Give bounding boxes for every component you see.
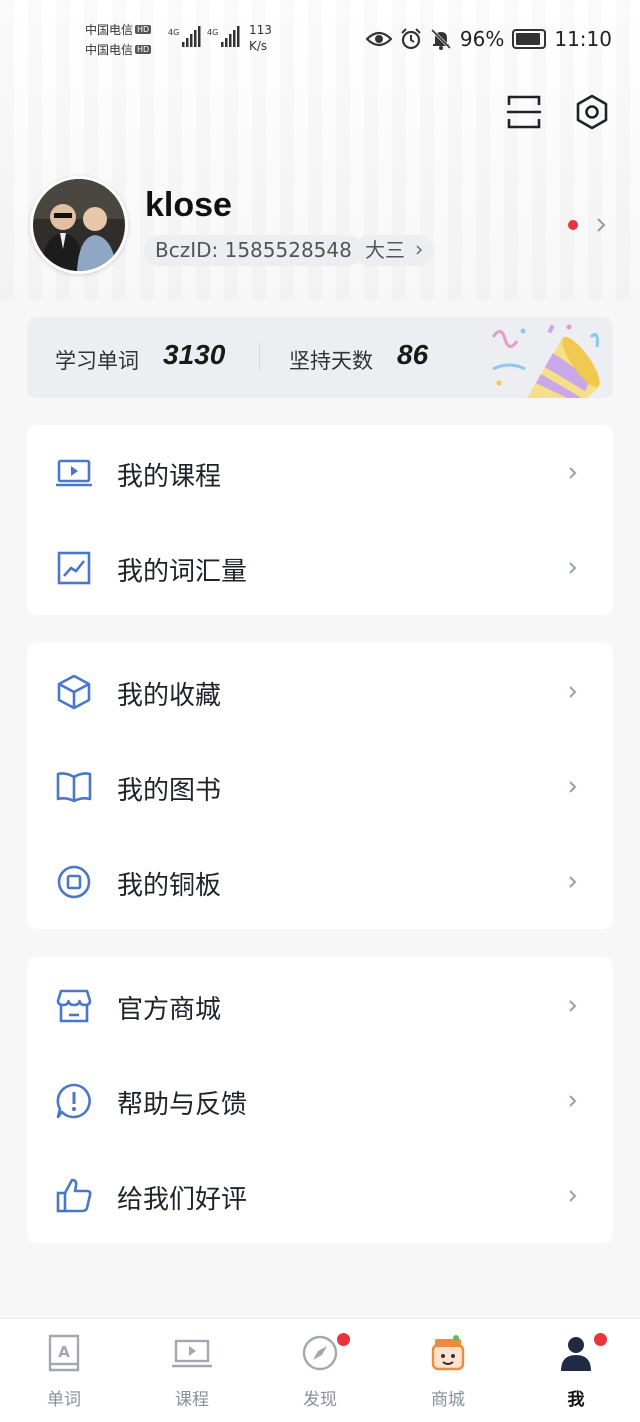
chevron-right-icon <box>569 781 577 793</box>
chevron-right-icon <box>569 1095 577 1107</box>
carrier-1: 中国电信 HD <box>85 23 152 37</box>
network-speed: 113 K/s <box>249 23 272 53</box>
cube-icon <box>57 674 91 710</box>
chevron-right-icon <box>416 245 423 255</box>
username: klose <box>145 186 232 224</box>
svg-text:4G: 4G <box>168 28 179 37</box>
profile-detail-button[interactable] <box>566 210 612 240</box>
menu-item-courses[interactable]: 我的课程 <box>27 425 613 520</box>
nav-label: 商城 <box>431 1390 465 1410</box>
nav-tab-me[interactable]: 我 <box>512 1319 640 1422</box>
menu-label: 我的铜板 <box>117 871 222 901</box>
nav-label: 发现 <box>303 1390 337 1410</box>
status-bar: 中国电信 HD 中国电信 HD 4G 4G 113 K/s 96% 11:10 <box>0 0 640 80</box>
chevron-right-icon <box>569 1190 577 1202</box>
chevron-right-icon <box>569 562 577 574</box>
menu-item-books[interactable]: 我的图书 <box>27 739 613 834</box>
battery-percent: 96% <box>459 27 505 51</box>
menu-label: 我的收藏 <box>117 681 222 711</box>
settings-button[interactable] <box>570 90 614 134</box>
nav-tab-shop[interactable]: 商城 <box>384 1319 512 1422</box>
menu-label: 给我们好评 <box>117 1185 248 1215</box>
menu-card-support: 官方商城 帮助与反馈 给我们好评 <box>27 957 613 1243</box>
bottom-nav: A 单词 课程 发现 商城 我 <box>0 1318 640 1422</box>
grade-label: 大三 <box>365 238 405 262</box>
grade-chip[interactable]: 大三 <box>354 235 435 266</box>
notification-dot <box>568 220 578 230</box>
words-label: 学习单词 <box>55 349 139 373</box>
coin-icon <box>57 865 91 899</box>
days-label: 坚持天数 <box>289 349 373 373</box>
menu-label: 帮助与反馈 <box>117 1090 248 1120</box>
menu-item-rate[interactable]: 给我们好评 <box>27 1148 613 1243</box>
open-book-icon <box>56 772 92 803</box>
nav-tab-discover[interactable]: 发现 <box>256 1319 384 1422</box>
laptop-play-icon <box>56 459 92 487</box>
avatar[interactable] <box>30 176 128 274</box>
shop-mascot-icon <box>431 1335 465 1371</box>
scan-icon <box>507 95 541 129</box>
nav-tab-words[interactable]: A 单词 <box>0 1319 128 1422</box>
menu-label: 官方商城 <box>117 995 222 1025</box>
chart-trend-icon <box>57 551 91 585</box>
menu-item-shop[interactable]: 官方商城 <box>27 958 613 1053</box>
svg-text:4G: 4G <box>207 28 218 37</box>
carrier-2: 中国电信 HD <box>85 43 152 57</box>
clock: 11:10 <box>554 27 612 51</box>
words-value: 3130 <box>163 339 226 370</box>
svg-text:A: A <box>58 1343 70 1361</box>
menu-label: 我的图书 <box>117 776 222 806</box>
bcz-id-chip: BczID: 1585528548 <box>144 235 363 266</box>
user-icon <box>561 1337 591 1371</box>
scan-button[interactable] <box>502 90 546 134</box>
menu-card-assets: 我的收藏 我的图书 我的铜板 <box>27 643 613 929</box>
menu-item-help[interactable]: 帮助与反馈 <box>27 1053 613 1148</box>
chevron-right-icon <box>569 686 577 698</box>
menu-card-learning: 我的课程 我的词汇量 <box>27 425 613 615</box>
signal-icon-2: 4G <box>207 26 240 47</box>
study-stats-card[interactable]: 学习单词 3130 坚持天数 86 <box>27 317 613 398</box>
word-book-icon: A <box>48 1334 80 1372</box>
discover-badge-dot <box>337 1333 350 1346</box>
chevron-right-icon <box>569 876 577 888</box>
laptop-play-icon <box>172 1339 212 1368</box>
thumbs-up-icon <box>56 1178 92 1213</box>
menu-item-coins[interactable]: 我的铜板 <box>27 834 613 929</box>
menu-label: 我的词汇量 <box>117 557 248 587</box>
chevron-right-icon <box>569 1000 577 1012</box>
menu-item-vocab[interactable]: 我的词汇量 <box>27 520 613 615</box>
days-value: 86 <box>397 339 429 370</box>
nav-tab-courses[interactable]: 课程 <box>128 1319 256 1422</box>
chevron-right-icon <box>569 467 577 479</box>
nav-label: 单词 <box>47 1390 81 1410</box>
menu-item-favorites[interactable]: 我的收藏 <box>27 644 613 739</box>
help-bubble-icon <box>56 1083 91 1119</box>
compass-icon <box>302 1335 338 1371</box>
store-icon <box>56 989 92 1023</box>
alarm-icon <box>401 28 421 50</box>
stats-divider <box>259 343 260 371</box>
nav-label: 课程 <box>175 1390 209 1410</box>
eye-icon <box>365 31 392 47</box>
mute-bell-icon <box>430 28 451 50</box>
nav-label: 我 <box>567 1390 585 1410</box>
battery-icon <box>512 29 547 49</box>
party-popper-icon <box>491 324 600 398</box>
chevron-right-icon <box>597 218 606 232</box>
menu-label: 我的课程 <box>117 462 222 492</box>
settings-hex-icon <box>576 94 608 130</box>
signal-icon-1: 4G <box>168 26 201 47</box>
avatar-image <box>33 179 125 271</box>
me-badge-dot <box>594 1333 607 1346</box>
